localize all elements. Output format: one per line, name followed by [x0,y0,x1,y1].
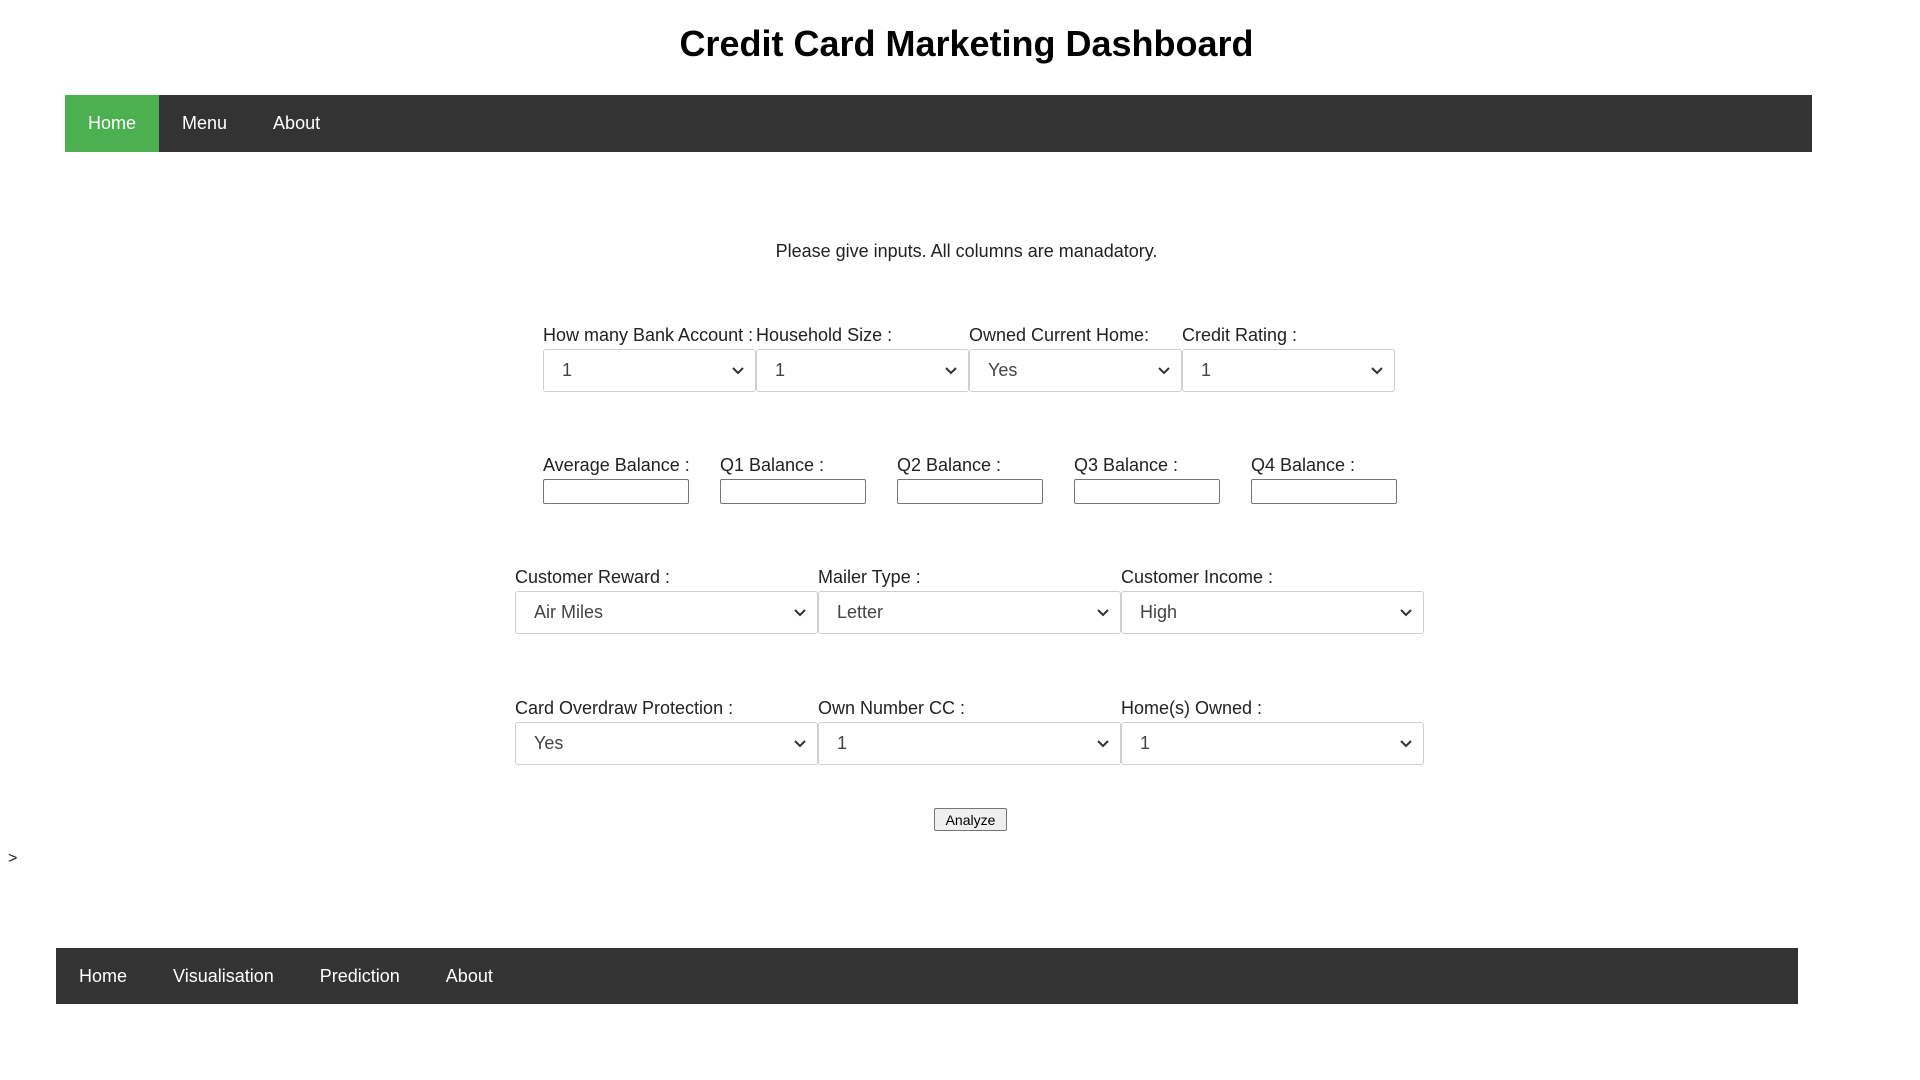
owned-home-label: Owned Current Home: [969,325,1150,345]
instructions-text: Please give inputs. All columns are mana… [775,241,1158,261]
footer-nav-prediction[interactable]: Prediction [297,948,423,1004]
page-title: Credit Card Marketing Dashboard [679,23,1254,64]
field-q4-balance: Q4 Balance : [1251,454,1428,504]
q4-balance-label: Q4 Balance : [1251,455,1356,475]
chevron-down-icon [1096,737,1110,751]
bank-accounts-select[interactable]: 1 [543,349,756,392]
household-size-label: Household Size : [756,325,893,345]
field-q2-balance: Q2 Balance : [897,454,1074,504]
credit-rating-value: 1 [1201,360,1212,380]
chevron-down-icon [1370,364,1384,378]
q2-balance-label: Q2 Balance : [897,455,1002,475]
homes-owned-label: Home(s) Owned : [1121,698,1263,718]
overdraw-protection-label: Card Overdraw Protection : [515,698,734,718]
analyze-button[interactable]: Analyze [934,808,1007,831]
field-homes-owned: Home(s) Owned : 1 [1121,697,1424,765]
chevron-down-icon [793,737,807,751]
chevron-down-icon [793,606,807,620]
overdraw-protection-value: Yes [534,733,564,753]
field-own-number-cc: Own Number CC : 1 [818,697,1121,765]
footer-nav: Home Visualisation Prediction About [56,948,1798,1004]
household-size-select[interactable]: 1 [756,349,969,392]
form-row-balances: Average Balance : Q1 Balance : Q2 Balanc… [543,454,1428,504]
form-row-accounts: How many Bank Account : 1 Household Size… [543,324,1395,392]
field-household-size: Household Size : 1 [756,324,969,392]
q1-balance-input[interactable] [720,479,866,504]
nav-about[interactable]: About [250,95,343,152]
own-number-cc-select[interactable]: 1 [818,722,1121,765]
field-customer-reward: Customer Reward : Air Miles [515,566,818,634]
field-mailer-type: Mailer Type : Letter [818,566,1121,634]
form-row-cards: Card Overdraw Protection : Yes Own Numbe… [515,697,1424,765]
q1-balance-label: Q1 Balance : [720,455,825,475]
average-balance-input[interactable] [543,479,689,504]
bank-accounts-label: How many Bank Account : [543,325,754,345]
household-size-value: 1 [775,360,786,380]
average-balance-label: Average Balance : [543,455,690,475]
chevron-down-icon [1399,606,1413,620]
homes-owned-select[interactable]: 1 [1121,722,1424,765]
own-number-cc-label: Own Number CC : [818,698,966,718]
chevron-down-icon [1399,737,1413,751]
customer-income-label: Customer Income : [1121,567,1274,587]
mailer-type-select[interactable]: Letter [818,591,1121,634]
owned-home-value: Yes [988,360,1018,380]
field-average-balance: Average Balance : [543,454,720,504]
customer-income-value: High [1140,602,1178,622]
homes-owned-value: 1 [1140,733,1151,753]
q4-balance-input[interactable] [1251,479,1397,504]
customer-reward-value: Air Miles [534,602,604,622]
customer-income-select[interactable]: High [1121,591,1424,634]
nav-home[interactable]: Home [65,95,160,152]
mailer-type-label: Mailer Type : [818,567,921,587]
stray-text: > [8,850,18,867]
footer-nav-about[interactable]: About [423,948,516,1004]
credit-rating-label: Credit Rating : [1182,325,1298,345]
own-number-cc-value: 1 [837,733,848,753]
credit-rating-select[interactable]: 1 [1182,349,1395,392]
customer-reward-label: Customer Reward : [515,567,671,587]
chevron-down-icon [1157,364,1171,378]
field-q3-balance: Q3 Balance : [1074,454,1251,504]
field-overdraw-protection: Card Overdraw Protection : Yes [515,697,818,765]
footer-nav-home[interactable]: Home [56,948,150,1004]
owned-home-select[interactable]: Yes [969,349,1182,392]
field-customer-income: Customer Income : High [1121,566,1424,634]
q2-balance-input[interactable] [897,479,1043,504]
customer-reward-select[interactable]: Air Miles [515,591,818,634]
field-q1-balance: Q1 Balance : [720,454,897,504]
footer-nav-visualisation[interactable]: Visualisation [150,948,297,1004]
bank-accounts-value: 1 [562,360,573,380]
mailer-type-value: Letter [837,602,884,622]
field-owned-home: Owned Current Home: Yes [969,324,1182,392]
q3-balance-label: Q3 Balance : [1074,455,1179,475]
chevron-down-icon [1096,606,1110,620]
field-credit-rating: Credit Rating : 1 [1182,324,1395,392]
chevron-down-icon [731,364,745,378]
overdraw-protection-select[interactable]: Yes [515,722,818,765]
q3-balance-input[interactable] [1074,479,1220,504]
top-nav: Home Menu About [65,95,1812,152]
chevron-down-icon [944,364,958,378]
form-row-customer: Customer Reward : Air Miles Mailer Type … [515,566,1424,634]
field-bank-accounts: How many Bank Account : 1 [543,324,756,392]
nav-menu[interactable]: Menu [159,95,250,152]
